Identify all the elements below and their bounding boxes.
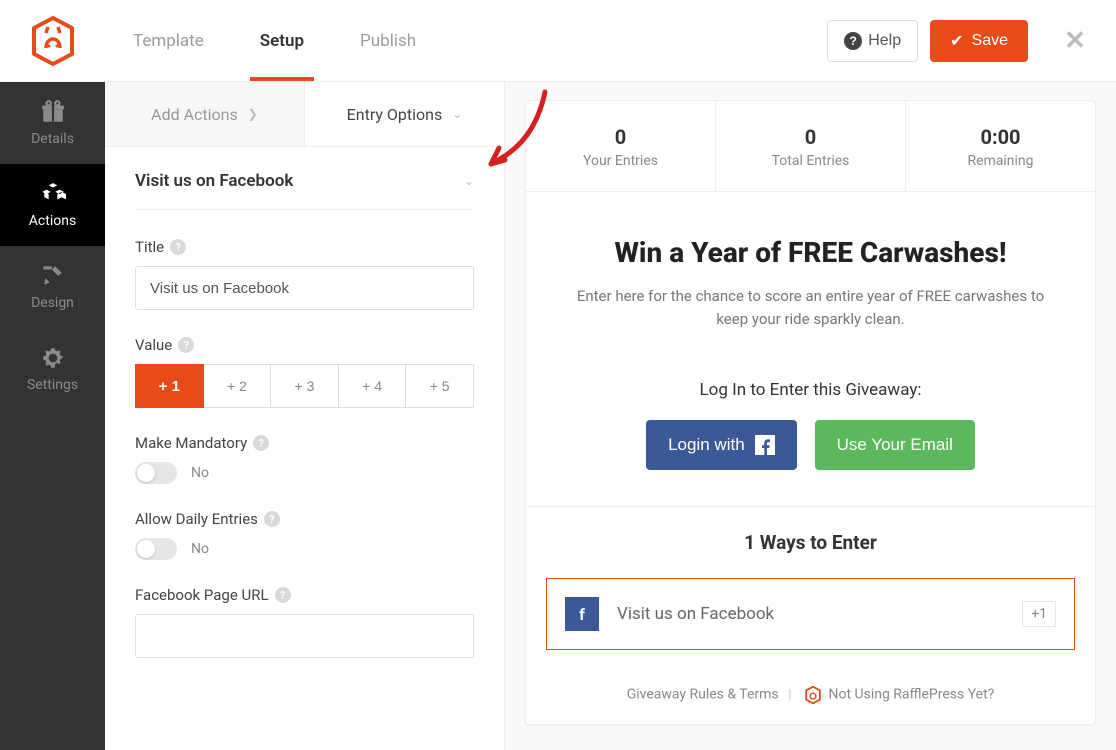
- panel-collapse-toggle[interactable]: Visit us on Facebook ⌄: [135, 171, 474, 210]
- giveaway-headline: Win a Year of FREE Carwashes!: [562, 236, 1059, 269]
- app-logo: [0, 16, 105, 66]
- fb-url-input[interactable]: [135, 614, 474, 658]
- entry-action-label: Visit us on Facebook: [617, 604, 774, 624]
- daily-toggle[interactable]: [135, 538, 177, 560]
- design-icon: [40, 263, 66, 289]
- gift-icon: [40, 99, 66, 125]
- close-button[interactable]: ✕: [1050, 16, 1100, 66]
- left-sidebar: Details Actions Design Settings: [0, 82, 105, 750]
- entry-action-points: +1: [1022, 601, 1056, 627]
- value-option-3[interactable]: + 3: [271, 364, 339, 408]
- facebook-icon: f: [565, 597, 599, 631]
- help-icon[interactable]: ?: [275, 587, 291, 603]
- chevron-down-icon: ⌄: [464, 174, 474, 188]
- mandatory-toggle[interactable]: [135, 462, 177, 484]
- value-option-2[interactable]: + 2: [204, 364, 272, 408]
- total-entries-label: Total Entries: [724, 153, 897, 169]
- remaining-label: Remaining: [914, 153, 1087, 169]
- your-entries-label: Your Entries: [534, 153, 707, 169]
- login-email-label: Use Your Email: [837, 435, 953, 455]
- total-entries-value: 0: [724, 125, 897, 149]
- value-option-1[interactable]: + 1: [135, 364, 204, 408]
- sidebar-item-details[interactable]: Details: [0, 82, 105, 164]
- sidebar-item-actions[interactable]: Actions: [0, 164, 105, 246]
- daily-field-label: Allow Daily Entries ?: [135, 510, 474, 528]
- gear-icon: [40, 345, 66, 371]
- value-field-label: Value ?: [135, 336, 474, 354]
- value-option-4[interactable]: + 4: [339, 364, 407, 408]
- chevron-right-icon: ❯: [248, 107, 258, 121]
- save-button[interactable]: ✔ Save: [930, 20, 1028, 62]
- login-email-button[interactable]: Use Your Email: [815, 420, 975, 470]
- sidebar-item-design[interactable]: Design: [0, 246, 105, 328]
- subtab-add-actions[interactable]: Add Actions ❯: [105, 82, 305, 146]
- login-facebook-button[interactable]: Login with: [646, 420, 797, 470]
- facebook-icon: [755, 435, 775, 455]
- giveaway-subhead: Enter here for the chance to score an en…: [562, 285, 1059, 330]
- subtab-add-actions-label: Add Actions: [151, 105, 238, 124]
- title-field-label: Title ?: [135, 238, 474, 256]
- remaining-value: 0:00: [914, 125, 1087, 149]
- tab-setup[interactable]: Setup: [232, 0, 332, 81]
- help-button[interactable]: ? Help: [827, 20, 918, 62]
- editor-panel: Add Actions ❯ Entry Options ⌄ Visit us o…: [105, 82, 505, 750]
- sidebar-actions-label: Actions: [29, 213, 76, 229]
- help-icon[interactable]: ?: [170, 239, 186, 255]
- value-option-5[interactable]: + 5: [406, 364, 474, 408]
- check-icon: ✔: [950, 31, 963, 51]
- fburl-field-label: Facebook Page URL ?: [135, 586, 474, 604]
- subtab-entry-options[interactable]: Entry Options ⌄: [305, 82, 504, 146]
- login-title: Log In to Enter this Giveaway:: [562, 380, 1059, 400]
- help-icon[interactable]: ?: [178, 337, 194, 353]
- value-selector: + 1 + 2 + 3 + 4 + 5: [135, 364, 474, 408]
- chevron-down-icon: ⌄: [452, 107, 462, 121]
- cubes-icon: [40, 181, 66, 207]
- sidebar-settings-label: Settings: [27, 377, 78, 393]
- rules-link[interactable]: Giveaway Rules & Terms: [627, 687, 779, 703]
- giveaway-preview: 0 Your Entries 0 Total Entries 0:00 Rema…: [525, 100, 1096, 725]
- preview-pane: 0 Your Entries 0 Total Entries 0:00 Rema…: [505, 82, 1116, 750]
- sidebar-details-label: Details: [31, 131, 74, 147]
- not-using-link[interactable]: Not Using RafflePress Yet?: [829, 687, 995, 703]
- mandatory-field-label: Make Mandatory ?: [135, 434, 474, 452]
- mandatory-state: No: [191, 465, 209, 481]
- subtab-entry-options-label: Entry Options: [347, 105, 443, 124]
- tab-publish[interactable]: Publish: [332, 0, 444, 81]
- your-entries-value: 0: [534, 125, 707, 149]
- help-icon: ?: [844, 32, 862, 50]
- save-label: Save: [972, 32, 1008, 50]
- tab-template[interactable]: Template: [105, 0, 232, 81]
- entry-action-row[interactable]: f Visit us on Facebook +1: [546, 578, 1075, 650]
- sidebar-design-label: Design: [31, 295, 74, 311]
- help-icon[interactable]: ?: [253, 435, 269, 451]
- help-icon[interactable]: ?: [264, 511, 280, 527]
- sidebar-item-settings[interactable]: Settings: [0, 328, 105, 410]
- login-fb-label: Login with: [668, 435, 745, 455]
- close-icon: ✕: [1064, 26, 1086, 56]
- ways-to-enter-title: 1 Ways to Enter: [526, 507, 1095, 578]
- preview-footer: Giveaway Rules & Terms | Not Using Raffl…: [526, 670, 1095, 724]
- title-input[interactable]: [135, 266, 474, 310]
- panel-title: Visit us on Facebook: [135, 171, 293, 191]
- rafflepress-mini-logo: [805, 686, 821, 704]
- help-label: Help: [868, 32, 901, 50]
- daily-state: No: [191, 541, 209, 557]
